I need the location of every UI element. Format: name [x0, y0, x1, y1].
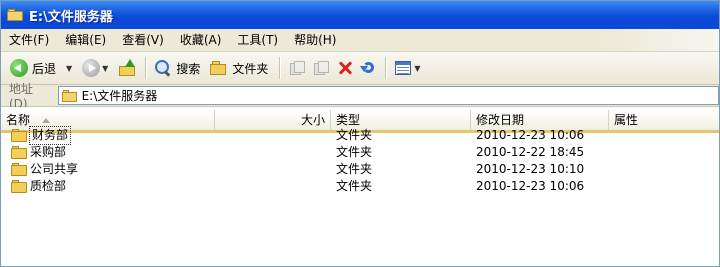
delete-icon	[336, 59, 354, 77]
copy-to-button[interactable]	[309, 55, 333, 81]
file-row[interactable]: 财务部 文件夹 2010-12-23 10:06	[1, 126, 719, 145]
menu-tools[interactable]: 工具(T)	[229, 30, 286, 50]
windows-logo-area	[599, 29, 719, 51]
toolbar-separator	[145, 57, 148, 79]
file-name: 采购部	[30, 145, 67, 159]
address-path: E:\文件服务器	[81, 89, 158, 103]
folder-icon	[11, 163, 28, 176]
file-name-cell: 财务部	[11, 126, 72, 145]
search-label: 搜索	[176, 61, 201, 76]
file-name: 财务部	[28, 126, 72, 145]
toolbar: 后退 ▼ ▼ 搜索 文件夹 ▼	[1, 52, 719, 85]
file-name-cell: 质检部	[11, 178, 66, 195]
views-button[interactable]: ▼	[391, 55, 427, 81]
folder-icon	[61, 89, 78, 102]
window-title: E:\文件服务器	[29, 9, 113, 25]
folder-icon	[7, 9, 23, 21]
file-list[interactable]: 名称 大小 类型 修改日期 属性 财务部 文件夹 2010-12-23 10:0…	[1, 107, 719, 266]
file-type: 文件夹	[336, 145, 373, 159]
file-row[interactable]: 采购部 文件夹 2010-12-22 18:45	[1, 144, 719, 161]
menu-bar: 文件(F) 编辑(E) 查看(V) 收藏(A) 工具(T) 帮助(H)	[1, 29, 719, 52]
toolbar-separator	[279, 57, 282, 79]
folder-up-icon	[118, 59, 138, 77]
undo-icon	[360, 59, 378, 77]
delete-button[interactable]	[333, 55, 357, 81]
file-name: 质检部	[30, 179, 67, 193]
folder-icon	[11, 129, 28, 142]
folders-label: 文件夹	[232, 61, 269, 76]
forward-arrow-icon	[82, 59, 101, 77]
move-to-icon	[288, 59, 306, 77]
file-name-cell: 采购部	[11, 144, 66, 161]
folder-icon	[11, 180, 28, 193]
back-button[interactable]: 后退 ▼	[7, 55, 79, 81]
folders-icon	[210, 59, 228, 77]
back-label: 后退	[32, 61, 57, 76]
file-type: 文件夹	[336, 179, 373, 193]
folder-icon	[11, 146, 28, 159]
title-bar[interactable]: E:\文件服务器	[1, 1, 719, 29]
back-arrow-icon	[10, 59, 28, 77]
toolbar-separator	[385, 57, 388, 79]
menu-view[interactable]: 查看(V)	[114, 30, 172, 50]
menu-file[interactable]: 文件(F)	[1, 30, 57, 50]
folders-button[interactable]: 文件夹	[207, 55, 271, 81]
copy-to-icon	[312, 59, 330, 77]
up-button[interactable]	[115, 55, 141, 81]
forward-dropdown-icon[interactable]: ▼	[102, 64, 108, 73]
address-bar: 地址(D) E:\文件服务器	[1, 82, 719, 111]
move-to-button[interactable]	[285, 55, 309, 81]
file-modified: 2010-12-23 10:06	[476, 179, 585, 193]
explorer-window: E:\文件服务器 文件(F) 编辑(E) 查看(V) 收藏(A) 工具(T) 帮…	[0, 0, 720, 267]
file-type: 文件夹	[336, 162, 373, 176]
file-row[interactable]: 质检部 文件夹 2010-12-23 10:06	[1, 178, 719, 195]
sort-ascending-icon	[41, 118, 50, 123]
address-input[interactable]: E:\文件服务器	[57, 86, 719, 105]
views-dropdown-icon[interactable]: ▼	[414, 64, 420, 73]
search-button[interactable]: 搜索	[151, 55, 203, 81]
menu-edit[interactable]: 编辑(E)	[57, 30, 114, 50]
file-type: 文件夹	[336, 128, 373, 142]
views-icon	[394, 59, 412, 77]
search-icon	[154, 59, 172, 77]
column-name-label: 名称	[6, 113, 31, 127]
menu-help[interactable]: 帮助(H)	[286, 30, 344, 50]
menu-favorites[interactable]: 收藏(A)	[172, 30, 230, 50]
file-modified: 2010-12-23 10:06	[476, 128, 585, 142]
file-row[interactable]: 公司共享 文件夹 2010-12-23 10:10	[1, 161, 719, 178]
file-name: 公司共享	[30, 162, 79, 176]
undo-button[interactable]	[357, 55, 381, 81]
file-modified: 2010-12-22 18:45	[476, 145, 585, 159]
file-rows: 财务部 文件夹 2010-12-23 10:06 采购部 文件夹 2010-12…	[1, 126, 719, 195]
back-dropdown-icon[interactable]: ▼	[66, 64, 72, 73]
forward-button[interactable]: ▼	[79, 55, 115, 81]
file-name-cell: 公司共享	[11, 161, 78, 178]
file-modified: 2010-12-23 10:10	[476, 162, 585, 176]
